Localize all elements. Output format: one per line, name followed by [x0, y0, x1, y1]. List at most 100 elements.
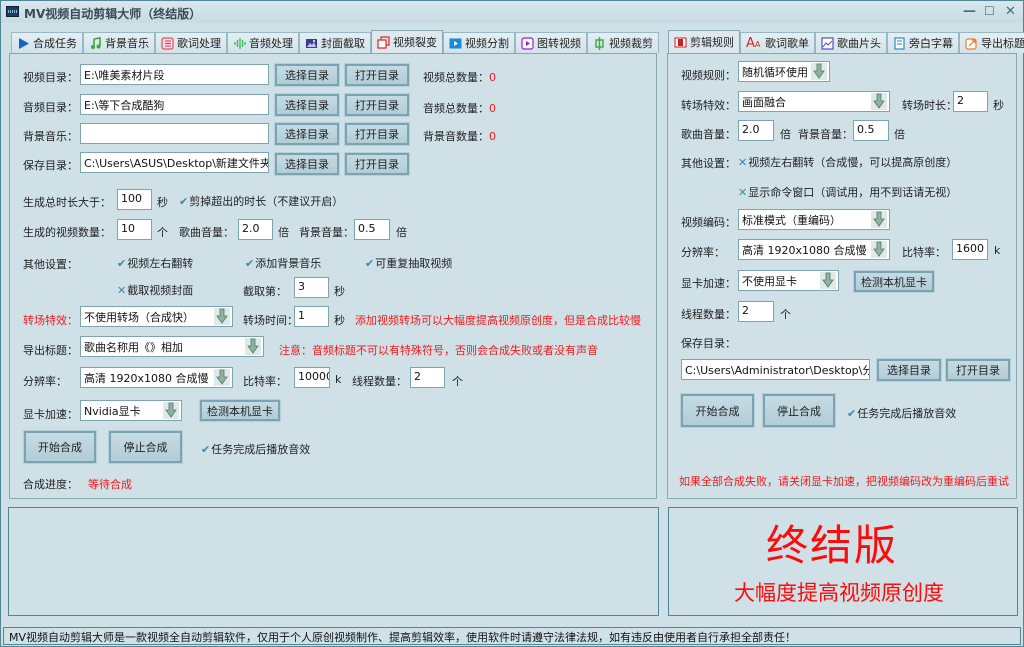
video-rule-select[interactable]: 随机循环使用 [738, 61, 830, 82]
r-detect-gpu-button[interactable]: 检测本机显卡 [853, 270, 935, 293]
promo-subtitle: 大幅度提高视频原创度 [734, 581, 944, 605]
capture-cover-checkbox[interactable]: ✕ 截取视频封面 [117, 282, 193, 298]
export-title-select[interactable]: 歌曲名称用《》相加 [80, 336, 264, 357]
video-dir-open-button[interactable]: 打开目录 [344, 63, 410, 87]
r-resolution-label: 分辨率： [681, 246, 725, 259]
audio-dir-choose-button[interactable]: 选择目录 [274, 93, 340, 117]
transition-select[interactable]: 不使用转场（合成快） [80, 306, 233, 327]
transition-hint: 添加视频转场可以大幅度提高视频原创度，但是合成比较慢 [355, 314, 641, 327]
save-dir-input[interactable]: C:\Users\ASUS\Desktop\新建文件夹 [80, 152, 269, 173]
tab-image-to-video[interactable]: 图转视频 [515, 32, 587, 53]
tab-compose-task[interactable]: 合成任务 [11, 32, 83, 53]
save-dir-open-button[interactable]: 打开目录 [344, 152, 410, 176]
cut-excess-checkbox[interactable]: ✔ 剪掉超出的时长（不建议开启） [179, 193, 343, 209]
add-bgm-checkbox[interactable]: ✔ 添加背景音乐 [245, 255, 321, 271]
save-dir-choose-button[interactable]: 选择目录 [274, 152, 340, 176]
play-sound-label: 任务完成后播放音效 [211, 443, 311, 456]
minimize-button[interactable]: — [963, 4, 976, 19]
tab-edit-rules[interactable]: 剪辑规则 [668, 30, 740, 53]
r-gpu-select[interactable]: 不使用显卡 [738, 270, 839, 291]
r-save-dir-open-button[interactable]: 打开目录 [945, 358, 1011, 382]
start-compose-button[interactable]: 开始合成 [23, 430, 97, 464]
r-transition-select[interactable]: 画面融合 [738, 91, 890, 112]
audio-dir-open-button[interactable]: 打开目录 [344, 93, 410, 117]
transition-time-input[interactable]: 1 [294, 306, 329, 327]
r-resolution-select[interactable]: 高清 1920x1080 合成慢 [738, 239, 890, 260]
copy-icon [377, 35, 390, 49]
tab-label: 歌曲片头 [837, 37, 881, 50]
log-area[interactable] [8, 507, 659, 616]
r-song-volume-input[interactable]: 2.0 [738, 120, 774, 141]
r-save-dir-input[interactable]: C:\Users\Administrator\Desktop\分割 [681, 359, 870, 380]
bg-music-input[interactable] [80, 123, 269, 144]
detect-gpu-button[interactable]: 检测本机显卡 [199, 399, 281, 422]
check-icon: ✔ [201, 442, 211, 456]
r-transition-len-input[interactable]: 2 [953, 91, 988, 112]
tab-song-intro[interactable]: 歌曲片头 [815, 32, 887, 53]
total-duration-input[interactable]: 100 [117, 189, 152, 210]
r-save-dir-choose-button[interactable]: 选择目录 [876, 358, 942, 382]
r-bg-volume-input[interactable]: 0.5 [853, 120, 889, 141]
r-flip-checkbox[interactable]: ✕ 视频左右翻转（合成慢，可以提高原创度） [738, 154, 957, 170]
song-volume-input[interactable]: 2.0 [238, 219, 273, 240]
close-button[interactable]: ✕ [1005, 4, 1016, 19]
show-cmd-checkbox[interactable]: ✕ 显示命令窗口（调试用，用不到话请无视） [738, 184, 957, 200]
subtitle-icon [893, 36, 906, 50]
audio-dir-input[interactable]: E:\等下合成酷狗 [80, 94, 269, 115]
dropdown-arrow-icon [871, 93, 887, 110]
tab-audio-process[interactable]: 音频处理 [227, 32, 299, 53]
promo-box: 终结版 大幅度提高视频原创度 [668, 507, 1018, 616]
status-bar: MV视频自动剪辑大师是一款视频全自动剪辑软件，仅用于个人原创视频制作、提高剪辑效… [3, 627, 1021, 645]
play-sound-checkbox[interactable]: ✔ 任务完成后播放音效 [201, 441, 310, 457]
tab-label: 歌词歌单 [765, 37, 809, 50]
tab-label: 视频裂变 [393, 36, 437, 49]
tab-label: 视频裁剪 [609, 37, 653, 50]
dropdown-arrow-icon [214, 308, 230, 325]
r-play-sound-checkbox[interactable]: ✔ 任务完成后播放音效 [847, 405, 956, 421]
show-cmd-label: 显示命令窗口（调试用，用不到话请无视） [748, 186, 958, 199]
bg-music-choose-button[interactable]: 选择目录 [274, 122, 340, 146]
dropdown-arrow-icon [820, 272, 836, 289]
tab-label: 音频处理 [249, 37, 293, 50]
tab-narration-subtitle[interactable]: 旁白字幕 [887, 32, 959, 53]
check-icon: ✔ [117, 256, 127, 270]
resolution-label: 分辨率： [23, 375, 67, 388]
video-dir-input[interactable]: E:\唯美素材片段 [80, 64, 269, 85]
export-icon [965, 37, 978, 50]
video-count-label-text: 视频总数量： [423, 71, 489, 84]
bg-volume-label: 背景音量： [299, 226, 354, 239]
resolution-select[interactable]: 高清 1920x1080 合成慢 [80, 367, 233, 388]
tab-lyrics-playlist[interactable]: AA 歌词歌单 [740, 32, 815, 53]
tab-cover-capture[interactable]: 封面截取 [299, 32, 371, 53]
r-threads-label: 线程数量： [681, 308, 736, 321]
tab-video-crop[interactable]: 视频裁剪 [587, 32, 659, 53]
r-stop-compose-button[interactable]: 停止合成 [762, 393, 836, 428]
r-start-compose-button[interactable]: 开始合成 [680, 393, 755, 428]
tab-export-title[interactable]: 导出标题 [959, 32, 1024, 53]
tab-video-fission[interactable]: 视频裂变 [371, 30, 443, 53]
video-count-input[interactable]: 10 [117, 219, 152, 240]
encode-select[interactable]: 标准模式（重编码） [738, 209, 890, 230]
bg-volume-input[interactable]: 0.5 [354, 219, 390, 240]
maximize-button[interactable]: ☐ [984, 4, 995, 18]
check-icon: ✔ [179, 194, 189, 208]
video-dir-label: 视频目录： [23, 71, 78, 84]
r-threads-input[interactable]: 2 [738, 301, 774, 322]
capture-at-input[interactable]: 3 [294, 277, 329, 298]
tab-bg-music[interactable]: 背景音乐 [83, 32, 155, 53]
threads-input[interactable]: 2 [410, 367, 445, 388]
add-bgm-label: 添加背景音乐 [255, 257, 322, 270]
bg-music-open-button[interactable]: 打开目录 [344, 122, 410, 146]
capture-cover-label: 截取视频封面 [127, 284, 194, 297]
bitrate-input[interactable]: 10000 [294, 367, 330, 388]
sec-unit-3: 秒 [334, 314, 345, 327]
video-dir-choose-button[interactable]: 选择目录 [274, 63, 340, 87]
r-bitrate-input[interactable]: 1600 [952, 239, 988, 260]
tab-lyrics[interactable]: 歌词处理 [155, 32, 227, 53]
gpu-select[interactable]: Nvidia显卡 [80, 400, 182, 421]
tab-video-split[interactable]: 视频分割 [443, 32, 515, 53]
flip-checkbox[interactable]: ✔ 视频左右翻转 [117, 255, 193, 271]
check-icon: ✔ [245, 256, 255, 270]
stop-compose-button[interactable]: 停止合成 [108, 430, 183, 464]
repeat-extract-checkbox[interactable]: ✔ 可重复抽取视频 [365, 255, 452, 271]
